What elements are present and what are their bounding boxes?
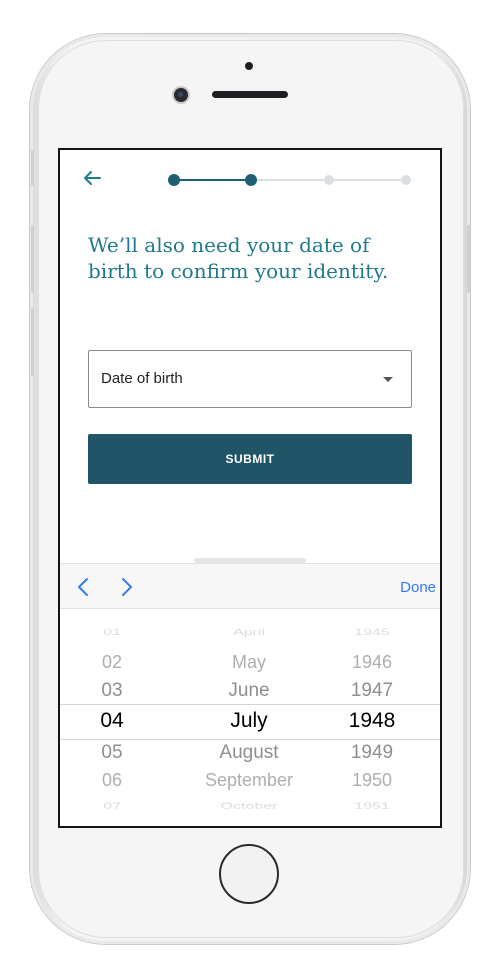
done-button[interactable]: Done [400,579,436,596]
volume-up-button [31,225,34,293]
year-option[interactable]: 1948 [322,709,422,733]
power-button [467,225,470,293]
month-option[interactable]: July [174,709,324,733]
picker-toolbar: Done [60,563,440,609]
day-option[interactable]: 01 [82,628,142,638]
month-option[interactable]: October [174,802,324,812]
mute-switch [31,150,34,186]
chevron-right-icon [122,578,132,596]
proximity-sensor [245,62,253,70]
day-option[interactable]: 05 [82,742,142,764]
date-picker-wheel[interactable]: 01 02 03 04 05 06 07 April May June July August Sep… [60,609,440,826]
day-option[interactable]: 02 [82,652,142,673]
month-option[interactable]: April [174,628,324,638]
page-title: We’ll also need your date of birth to co… [88,233,389,283]
year-option[interactable]: 1947 [322,680,422,702]
submit-button[interactable]: SUBMIT [88,434,412,484]
month-option[interactable]: August [174,742,324,764]
progress-step-dot [168,174,180,186]
progress-step-dot [323,175,334,185]
month-option[interactable]: May [174,652,324,673]
day-option[interactable]: 03 [82,680,142,702]
progress-connector [174,179,252,181]
day-option[interactable]: 07 [82,802,142,812]
year-wheel[interactable]: 1945 1946 1947 1948 1949 1950 1951 [322,609,422,826]
earpiece-speaker [212,91,288,98]
back-button[interactable] [80,166,104,190]
previous-field-button[interactable] [74,576,94,598]
front-camera [174,88,188,102]
volume-down-button [31,308,34,376]
year-option[interactable]: 1951 [322,802,422,812]
progress-step-dot [245,174,258,186]
step-progress [168,174,412,186]
date-of-birth-select[interactable]: Date of birth [88,350,412,408]
year-option[interactable]: 1950 [322,770,422,791]
date-of-birth-label: Date of birth [101,370,183,387]
progress-step-dot [401,175,411,185]
year-option[interactable]: 1945 [322,628,422,638]
month-wheel[interactable]: April May June July August September October [174,609,324,826]
day-option[interactable]: 06 [82,770,142,791]
year-option[interactable]: 1946 [322,652,422,673]
progress-connector [251,179,329,181]
month-option[interactable]: June [174,680,324,702]
month-option[interactable]: September [174,770,324,791]
app-screen: We’ll also need your date of birth to co… [58,148,442,828]
chevron-left-icon [78,578,88,596]
arrow-left-icon [84,171,101,185]
progress-connector [328,179,406,181]
day-wheel[interactable]: 01 02 03 04 05 06 07 [82,609,142,826]
day-option[interactable]: 04 [82,709,142,733]
year-option[interactable]: 1949 [322,742,422,764]
next-field-button[interactable] [116,576,136,598]
caret-down-icon [383,377,393,382]
home-button[interactable] [219,844,279,904]
